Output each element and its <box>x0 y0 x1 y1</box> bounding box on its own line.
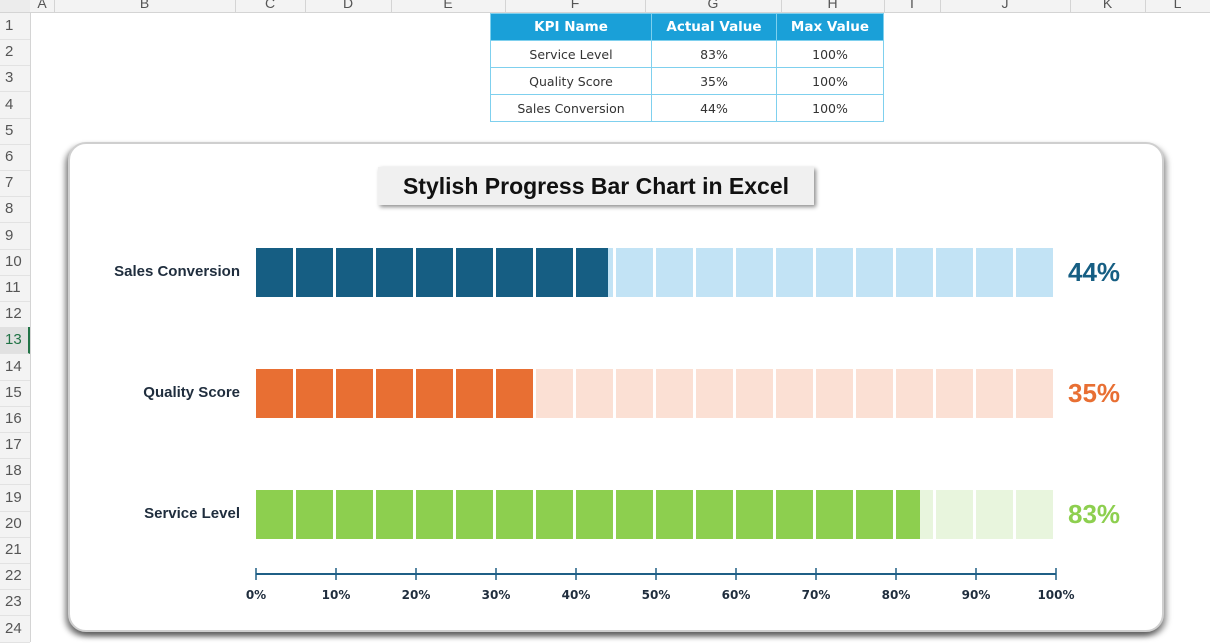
bar-fill-segment-sales-conversion[interactable] <box>296 248 333 297</box>
bar-track-segment-sales-conversion <box>736 248 773 297</box>
bar-fill-segment-service-level[interactable] <box>816 490 853 539</box>
bar-track-segment-quality-score <box>816 369 853 418</box>
bar-track-segment-quality-score <box>776 369 813 418</box>
bar-fill-segment-service-level[interactable] <box>616 490 653 539</box>
bar-track-segment-quality-score <box>936 369 973 418</box>
x-tick-label: 40% <box>562 588 591 602</box>
bar-fill-segment-service-level[interactable] <box>896 490 920 539</box>
bar-track-segment-sales-conversion <box>896 248 933 297</box>
bar-fill-segment-sales-conversion[interactable] <box>336 248 373 297</box>
bar-fill-segment-quality-score[interactable] <box>336 369 373 418</box>
bar-fill-segment-service-level[interactable] <box>656 490 693 539</box>
bar-track-segment-sales-conversion <box>1016 248 1053 297</box>
bar-fill-segment-quality-score[interactable] <box>416 369 453 418</box>
bar-track-segment-quality-score <box>736 369 773 418</box>
bar-track-segment-sales-conversion <box>776 248 813 297</box>
x-tick-label: 100% <box>1037 588 1074 602</box>
x-tick-label: 10% <box>322 588 351 602</box>
bar-fill-segment-service-level[interactable] <box>456 490 493 539</box>
bar-track-segment-sales-conversion <box>656 248 693 297</box>
bar-fill-segment-sales-conversion[interactable] <box>256 248 293 297</box>
bar-fill-segment-sales-conversion[interactable] <box>456 248 493 297</box>
bar-track-segment-quality-score <box>1016 369 1053 418</box>
x-tick-label: 60% <box>722 588 751 602</box>
bar-fill-segment-quality-score[interactable] <box>376 369 413 418</box>
bar-fill-segment-service-level[interactable] <box>696 490 733 539</box>
x-tick-label: 50% <box>642 588 671 602</box>
bar-track-segment-quality-score <box>616 369 653 418</box>
bar-fill-segment-sales-conversion[interactable] <box>416 248 453 297</box>
bar-fill-segment-quality-score[interactable] <box>296 369 333 418</box>
bar-fill-segment-service-level[interactable] <box>296 490 333 539</box>
bar-fill-segment-sales-conversion[interactable] <box>496 248 533 297</box>
bar-fill-segment-service-level[interactable] <box>336 490 373 539</box>
bar-track-segment-sales-conversion <box>936 248 973 297</box>
bar-track-segment-quality-score <box>976 369 1013 418</box>
bar-fill-segment-quality-score[interactable] <box>256 369 293 418</box>
bar-track-segment-sales-conversion <box>856 248 893 297</box>
x-tick-label: 0% <box>246 588 266 602</box>
bar-fill-segment-quality-score[interactable] <box>496 369 533 418</box>
bar-fill-segment-service-level[interactable] <box>536 490 573 539</box>
bar-fill-segment-quality-score[interactable] <box>456 369 493 418</box>
bar-fill-segment-service-level[interactable] <box>416 490 453 539</box>
bar-fill-segment-service-level[interactable] <box>256 490 293 539</box>
bar-fill-segment-service-level[interactable] <box>496 490 533 539</box>
bar-track-segment-quality-score <box>896 369 933 418</box>
bar-track-segment-sales-conversion <box>816 248 853 297</box>
bar-track-segment-quality-score <box>856 369 893 418</box>
bar-track-segment-quality-score <box>696 369 733 418</box>
bar-fill-segment-service-level[interactable] <box>776 490 813 539</box>
bar-track-segment-service-level <box>976 490 1013 539</box>
x-tick-label: 20% <box>402 588 431 602</box>
bar-fill-segment-service-level[interactable] <box>856 490 893 539</box>
bar-fill-segment-service-level[interactable] <box>736 490 773 539</box>
bar-fill-segment-sales-conversion[interactable] <box>536 248 573 297</box>
bar-track-segment-quality-score <box>656 369 693 418</box>
bar-track-segment-quality-score <box>536 369 573 418</box>
bar-fill-segment-sales-conversion[interactable] <box>576 248 608 297</box>
bar-track-segment-sales-conversion <box>976 248 1013 297</box>
progress-bar-chart: 0% 10% 20% 30% 40% 50% 60% 70% 80% 90% 100% <box>246 248 1075 602</box>
x-tick-label: 90% <box>962 588 991 602</box>
x-tick-label: 80% <box>882 588 911 602</box>
x-tick-label: 70% <box>802 588 831 602</box>
bar-track-segment-service-level <box>936 490 973 539</box>
bar-fill-segment-sales-conversion[interactable] <box>376 248 413 297</box>
bar-fill-segment-service-level[interactable] <box>376 490 413 539</box>
bar-fill-segment-service-level[interactable] <box>576 490 613 539</box>
bar-track-segment-sales-conversion <box>696 248 733 297</box>
x-tick-label: 30% <box>482 588 511 602</box>
bar-track-segment-service-level <box>1016 490 1053 539</box>
bar-track-segment-sales-conversion <box>616 248 653 297</box>
bar-track-segment-quality-score <box>576 369 613 418</box>
